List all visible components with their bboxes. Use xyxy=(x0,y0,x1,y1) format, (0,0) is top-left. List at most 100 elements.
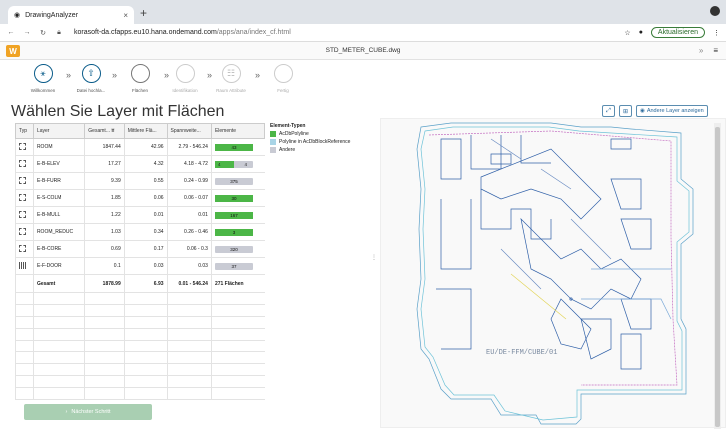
range-cell: 0.06 - 0.07 xyxy=(166,189,212,207)
total-cell: 0.69 xyxy=(84,240,125,258)
elements-count: 375 xyxy=(230,178,238,184)
column-header[interactable]: Elemente xyxy=(210,123,266,139)
type-cell xyxy=(15,138,34,156)
elements-count: 167 xyxy=(230,212,238,218)
next-step-button[interactable]: › Nächster Schritt xyxy=(24,404,152,420)
bookmark-star-icon[interactable]: ☆ xyxy=(624,29,630,37)
elements-cell: 37 xyxy=(210,257,265,275)
fit-view-icon[interactable]: ⤢ xyxy=(602,105,615,117)
vertical-scrollbar[interactable] xyxy=(714,123,721,429)
layer-cell: E-B-ELEV xyxy=(32,155,85,173)
empty-row xyxy=(15,387,265,401)
layer-cell: ROOM_REDUC xyxy=(32,223,85,241)
legend-title: Element-Typen xyxy=(270,123,306,129)
legend-item: Andere xyxy=(270,146,350,154)
show-other-layers-button[interactable]: ◉ Andere Layer anzeigen xyxy=(636,105,708,117)
empty-row xyxy=(15,328,265,341)
table-row[interactable]: E-B-ELEV 17.27 4.32 4.18 - 4.72 4 4 xyxy=(15,155,265,173)
table-row[interactable]: E-S-COLM 1.85 0.06 0.06 - 0.07 30 xyxy=(15,189,265,207)
total-row: Gesamt 1878.99 6.93 0.01 - 546.24 271 Fläche… xyxy=(15,274,265,293)
filter-icon[interactable]: ⩸ xyxy=(111,128,114,134)
elements-count: 320 xyxy=(230,246,238,252)
type-cell xyxy=(15,155,34,173)
empty-row xyxy=(15,363,265,377)
elements-cell: 43 xyxy=(210,138,265,156)
table-row[interactable]: E-F-DOOR 0.1 0.03 0.03 37 xyxy=(15,257,265,275)
toggle-layout-icon[interactable]: ⊞ xyxy=(619,105,632,117)
table-row[interactable]: ROOM 1847.44 42.96 2.79 - 546.24 43 xyxy=(15,138,265,156)
file-title: STD_METER_CUBE.dwg xyxy=(325,47,401,54)
profile-icon[interactable]: ● xyxy=(639,29,643,36)
layer-cell: E-F-DOOR xyxy=(32,257,85,275)
total-cell: 0.1 xyxy=(84,257,125,275)
floor-plan-viewer[interactable]: EU/DE-FFM/CUBE/01 xyxy=(380,118,726,429)
menu-icon[interactable]: ⋮ xyxy=(713,29,720,37)
new-tab-button[interactable]: + xyxy=(140,6,147,20)
table-row[interactable]: E-B-CORE 0.69 0.17 0.06 - 0.3 320 xyxy=(15,240,265,258)
layer-cell: E-B-CORE xyxy=(32,240,85,258)
step-upload[interactable]: ⇧ Datei hochla... xyxy=(66,64,116,93)
total-type-cell xyxy=(15,274,34,293)
range-cell: 0.03 xyxy=(166,257,212,275)
table-row[interactable]: E-B-MULL 1.22 0.01 0.01 167 xyxy=(15,206,265,224)
floor-plan-drawing[interactable]: EU/DE-FFM/CUBE/01 xyxy=(381,119,726,429)
reload-icon[interactable]: ↻ xyxy=(38,29,48,37)
type-cell xyxy=(15,240,34,258)
url-path: /apps/ana/index_cf.html xyxy=(216,29,291,36)
range-cell: 2.79 - 546.24 xyxy=(166,138,212,156)
plan-watermark: EU/DE-FFM/CUBE/01 xyxy=(486,349,557,357)
step-fertig: Fertig xyxy=(258,64,308,93)
range-cell: 0.26 - 0.46 xyxy=(166,223,212,241)
elements-cell: 30 xyxy=(210,189,265,207)
url-field[interactable]: korasoft-da.cfapps.eu10.hana.ondemand.co… xyxy=(74,29,291,36)
elements-count: 30 xyxy=(231,195,237,201)
table-row[interactable]: E-B-FURR 9.39 0.55 0.24 - 0.99 375 xyxy=(15,172,265,190)
forward-icon[interactable]: → xyxy=(22,29,32,36)
step-willkommen[interactable]: ⚹ Willkommen xyxy=(18,64,68,93)
range-cell: 0.24 - 0.99 xyxy=(166,172,212,190)
column-header-sortable[interactable]: Gesamt... ⩸ xyxy=(84,123,125,139)
upload-icon: ⇧ xyxy=(81,64,101,83)
table-row[interactable]: ROOM_REDUC 1.03 0.34 0.26 - 0.46 3 xyxy=(15,223,265,241)
elements-cell: 167 xyxy=(210,206,265,224)
total-cell: 9.39 xyxy=(84,172,125,190)
empty-row xyxy=(15,375,265,389)
polyline-icon xyxy=(19,227,26,235)
tab-close-icon[interactable]: × xyxy=(123,11,128,20)
legend-item: AcDbPolyline xyxy=(270,130,350,138)
elements-bar: 43 xyxy=(214,143,253,151)
empty-row xyxy=(15,292,265,305)
step-flaechen[interactable]: Flächen xyxy=(115,64,165,93)
browser-tab[interactable]: ◉ DrawingAnalyzer × xyxy=(8,6,134,24)
step-raum-attribute: ☷ Raum Attribute xyxy=(206,64,256,93)
update-button[interactable]: Aktualisieren xyxy=(650,27,705,38)
step-circle xyxy=(175,64,195,83)
elements-bar: 320 xyxy=(214,245,253,253)
back-icon[interactable]: ← xyxy=(6,29,16,36)
app-header: W STD_METER_CUBE.dwg » ≡ xyxy=(0,42,726,60)
wizard-steps: ⚹ Willkommen » ⇧ Datei hochla... » Fläch… xyxy=(0,60,726,100)
mean-cell: 0.03 xyxy=(123,257,168,275)
elements-count: 43 xyxy=(231,144,237,150)
column-header[interactable]: Mittlere Flä... xyxy=(123,123,168,139)
collapse-icon[interactable]: » xyxy=(699,46,703,55)
column-header[interactable]: Spannweite... xyxy=(166,123,212,139)
splitter-handle[interactable]: ⋮ xyxy=(371,254,377,268)
polyline-icon xyxy=(19,210,26,218)
elements-cell: 3 xyxy=(210,223,265,241)
step-label: Fertig xyxy=(277,88,289,93)
window-control-icon[interactable] xyxy=(710,6,720,16)
mean-cell: 0.55 xyxy=(123,172,168,190)
scrollbar-thumb[interactable] xyxy=(715,127,720,427)
step-circle xyxy=(273,64,293,83)
type-cell xyxy=(15,172,34,190)
step-label: Raum Attribute xyxy=(216,88,246,93)
empty-row xyxy=(15,340,265,353)
legend-swatch xyxy=(270,139,276,145)
range-cell: 0.06 - 0.3 xyxy=(166,240,212,258)
url-host: korasoft-da.cfapps.eu10.hana.ondemand.co… xyxy=(74,29,217,36)
column-header[interactable]: Layer xyxy=(32,123,86,139)
column-header[interactable]: Typ xyxy=(15,123,34,139)
hamburger-menu-icon[interactable]: ≡ xyxy=(713,46,718,55)
total-sum: 1878.99 xyxy=(84,274,125,293)
